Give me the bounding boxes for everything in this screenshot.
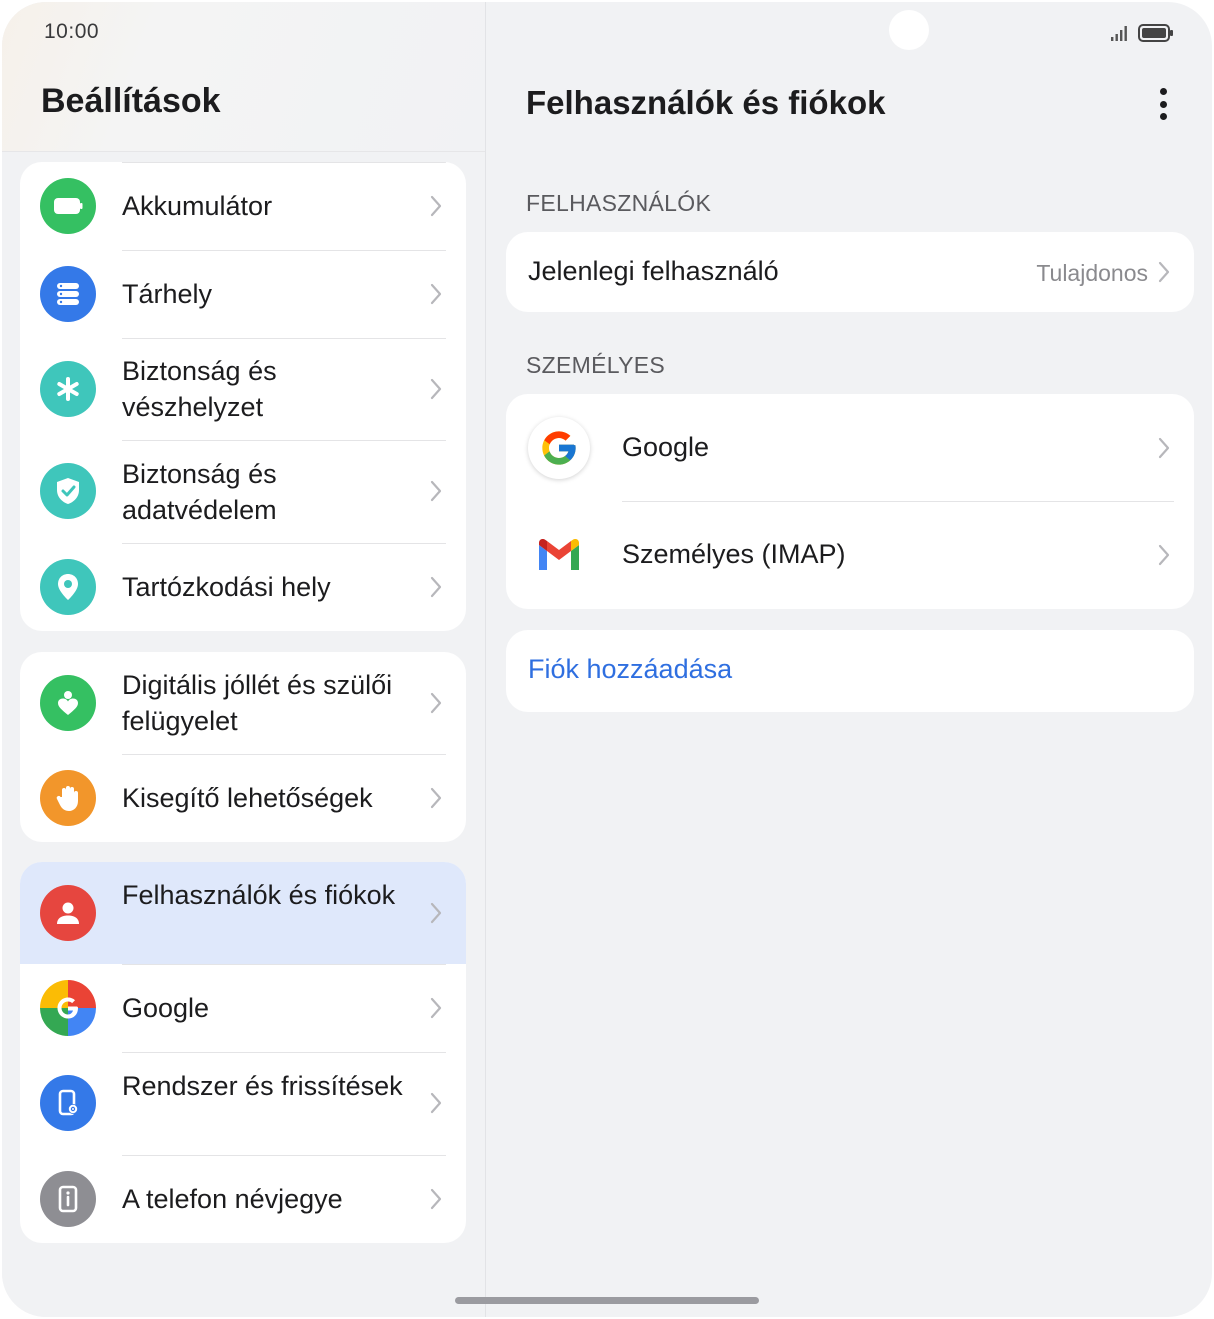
page-title: Beállítások <box>41 82 221 120</box>
chevron-right-icon <box>430 1092 442 1114</box>
chevron-right-icon <box>430 902 442 924</box>
chevron-right-icon <box>430 692 442 714</box>
settings-item-system-updates[interactable]: Rendszer és frissítések <box>20 1052 466 1155</box>
settings-item-storage[interactable]: Tárhely <box>20 250 466 338</box>
more-options-icon[interactable] <box>1150 84 1176 124</box>
section-header-personal: SZEMÉLYES <box>526 352 666 378</box>
account-row-google[interactable]: Google <box>506 394 1194 501</box>
asterisk-icon <box>40 361 96 417</box>
gmail-icon <box>539 539 579 570</box>
add-account-card: Fiók hozzáadása <box>506 630 1194 712</box>
wellbeing-icon <box>40 675 96 731</box>
row-divider <box>122 162 446 163</box>
settings-item-label: Tartózkodási hely <box>122 572 331 602</box>
home-indicator[interactable] <box>455 1297 759 1304</box>
settings-item-label: Akkumulátor <box>122 191 273 221</box>
chevron-right-icon <box>1158 544 1170 566</box>
settings-group-2: Digitális jóllét és szülői felügyelet Ki… <box>20 652 466 842</box>
settings-item-label: Kisegítő lehetőségek <box>122 783 373 813</box>
account-label: Google <box>622 432 710 462</box>
chevron-right-icon <box>430 997 442 1019</box>
settings-item-label: Felhasználók és fiókok <box>122 880 396 910</box>
chevron-right-icon <box>430 195 442 217</box>
google-icon <box>40 980 96 1036</box>
settings-group-1: Akkumulátor Tárhely Biztonság és vészhel… <box>20 162 466 631</box>
row-divider <box>622 501 1174 502</box>
account-row-imap[interactable]: Személyes (IMAP) <box>506 501 1194 609</box>
signal-icon <box>1111 26 1127 41</box>
chevron-right-icon <box>430 787 442 809</box>
settings-item-label: Google <box>122 993 210 1023</box>
phone-info-icon <box>40 1171 96 1227</box>
settings-item-label: Tárhely <box>122 279 213 309</box>
personal-accounts-card: Google Személyes (IMAP) <box>506 394 1194 609</box>
users-card: Jelenlegi felhasználó Tulajdonos <box>506 232 1194 312</box>
user-icon <box>40 885 96 941</box>
status-icons <box>1110 22 1174 44</box>
row-divider <box>122 338 446 339</box>
row-divider <box>122 964 446 965</box>
settings-item-label: Rendszer és frissítések <box>122 1071 403 1101</box>
location-icon <box>40 559 96 615</box>
battery-icon <box>40 178 96 234</box>
chevron-right-icon <box>430 480 442 502</box>
current-user-row[interactable]: Jelenlegi felhasználó Tulajdonos <box>506 232 1194 312</box>
row-divider <box>122 440 446 441</box>
chevron-right-icon <box>1158 261 1170 283</box>
google-logo-icon <box>528 417 590 479</box>
detail-title: Felhasználók és fiókok <box>526 84 886 121</box>
chevron-right-icon <box>430 283 442 305</box>
chevron-right-icon <box>1158 437 1170 459</box>
settings-item-about-phone[interactable]: A telefon névjegye <box>20 1155 466 1243</box>
settings-item-accessibility[interactable]: Kisegítő lehetőségek <box>20 754 466 842</box>
settings-item-label: Biztonság és adatvédelem <box>122 459 277 525</box>
status-time: 10:00 <box>44 20 100 43</box>
header-divider <box>2 151 486 152</box>
settings-item-battery[interactable]: Akkumulátor <box>20 162 466 250</box>
battery-status-icon <box>1138 24 1173 42</box>
settings-item-label: A telefon névjegye <box>122 1184 343 1214</box>
chevron-right-icon <box>430 576 442 598</box>
settings-item-location[interactable]: Tartózkodási hely <box>20 543 466 631</box>
settings-item-label: Biztonság és vészhelyzet <box>122 356 277 422</box>
row-divider <box>122 754 446 755</box>
settings-item-google[interactable]: Google <box>20 964 466 1052</box>
row-divider <box>122 1052 446 1053</box>
row-divider <box>122 543 446 544</box>
row-divider <box>122 250 446 251</box>
current-user-value: Tulajdonos <box>1036 260 1148 286</box>
section-header-users: FELHASZNÁLÓK <box>526 190 712 216</box>
settings-item-safety-emergency[interactable]: Biztonság és vészhelyzet <box>20 338 466 440</box>
current-user-label: Jelenlegi felhasználó <box>528 256 779 286</box>
system-update-icon <box>40 1075 96 1131</box>
shield-icon <box>40 463 96 519</box>
settings-group-3: Felhasználók és fiókok Google Rendszer é… <box>20 862 466 1243</box>
account-label: Személyes (IMAP) <box>622 539 846 569</box>
settings-item-label: Digitális jóllét és szülői felügyelet <box>122 670 393 736</box>
pane-divider <box>485 2 486 1317</box>
settings-item-users-accounts[interactable]: Felhasználók és fiókok <box>20 862 466 964</box>
storage-icon <box>40 266 96 322</box>
add-account-button[interactable]: Fiók hozzáadása <box>528 654 732 685</box>
settings-item-security-privacy[interactable]: Biztonság és adatvédelem <box>20 440 466 543</box>
chevron-right-icon <box>430 378 442 400</box>
chevron-right-icon <box>430 1188 442 1210</box>
camera-cutout <box>889 10 929 50</box>
settings-pane: 10:00 Beállítások Akkumulátor Tárhely Bi… <box>2 2 486 1317</box>
hand-icon <box>40 770 96 826</box>
device-screen: 10:00 Beállítások Akkumulátor Tárhely Bi… <box>2 2 1212 1317</box>
settings-item-digital-wellbeing[interactable]: Digitális jóllét és szülői felügyelet <box>20 652 466 754</box>
row-divider <box>122 1155 446 1156</box>
